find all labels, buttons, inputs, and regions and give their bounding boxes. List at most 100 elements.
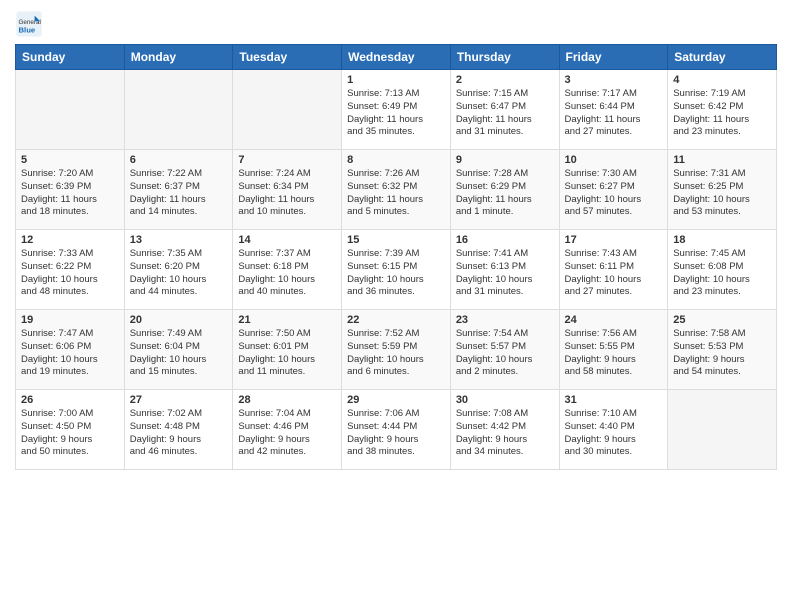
day-number: 22 (347, 314, 445, 326)
calendar-cell (124, 70, 233, 150)
calendar-cell: 28 Sunrise: 7:04 AM Sunset: 4:46 PM Dayli… (233, 390, 342, 470)
day-info: Sunrise: 7:43 AM Sunset: 6:11 PM Dayligh… (565, 248, 663, 299)
calendar-cell: 5Sunrise: 7:20 AM Sunset: 6:39 PM Daylig… (16, 150, 125, 230)
day-info: Sunrise: 7:04 AM Sunset: 4:46 PM Dayligh… (238, 408, 336, 459)
day-number: 29 (347, 394, 445, 406)
day-number: 31 (565, 394, 663, 406)
day-info: Sunrise: 7:37 AM Sunset: 6:18 PM Dayligh… (238, 248, 336, 299)
calendar-cell (668, 390, 777, 470)
day-number: 27 (130, 394, 228, 406)
day-number: 6 (130, 154, 228, 166)
calendar-cell (233, 70, 342, 150)
day-info: Sunrise: 7:24 AM Sunset: 6:34 PM Dayligh… (238, 168, 336, 219)
day-info: Sunrise: 7:19 AM Sunset: 6:42 PM Dayligh… (673, 88, 771, 139)
day-info: Sunrise: 7:56 AM Sunset: 5:55 PM Dayligh… (565, 328, 663, 379)
day-number: 19 (21, 314, 119, 326)
day-number: 25 (673, 314, 771, 326)
day-number: 28 (238, 394, 336, 406)
calendar-cell: 10Sunrise: 7:30 AM Sunset: 6:27 PM Dayli… (559, 150, 668, 230)
day-number: 17 (565, 234, 663, 246)
day-number: 8 (347, 154, 445, 166)
day-number: 14 (238, 234, 336, 246)
calendar-cell: 11Sunrise: 7:31 AM Sunset: 6:25 PM Dayli… (668, 150, 777, 230)
calendar-cell: 1 Sunrise: 7:13 AM Sunset: 6:49 PM Daylig… (342, 70, 451, 150)
weekday-header-wednesday: Wednesday (342, 45, 451, 70)
day-info: Sunrise: 7:41 AM Sunset: 6:13 PM Dayligh… (456, 248, 554, 299)
calendar-cell: 15 Sunrise: 7:39 AM Sunset: 6:15 PM Dayli… (342, 230, 451, 310)
weekday-header-monday: Monday (124, 45, 233, 70)
day-info: Sunrise: 7:28 AM Sunset: 6:29 PM Dayligh… (456, 168, 554, 219)
logo: General Blue (15, 10, 47, 38)
weekday-header-row: SundayMondayTuesdayWednesdayThursdayFrid… (16, 45, 777, 70)
week-row-2: 5Sunrise: 7:20 AM Sunset: 6:39 PM Daylig… (16, 150, 777, 230)
calendar-cell: 2Sunrise: 7:15 AM Sunset: 6:47 PM Daylig… (450, 70, 559, 150)
calendar-cell: 12Sunrise: 7:33 AM Sunset: 6:22 PM Dayli… (16, 230, 125, 310)
calendar-cell: 29 Sunrise: 7:06 AM Sunset: 4:44 PM Dayli… (342, 390, 451, 470)
calendar-cell (16, 70, 125, 150)
calendar-cell: 30 Sunrise: 7:08 AM Sunset: 4:42 PM Dayli… (450, 390, 559, 470)
day-info: Sunrise: 7:58 AM Sunset: 5:53 PM Dayligh… (673, 328, 771, 379)
week-row-4: 19 Sunrise: 7:47 AM Sunset: 6:06 PM Dayli… (16, 310, 777, 390)
day-number: 13 (130, 234, 228, 246)
day-info: Sunrise: 7:22 AM Sunset: 6:37 PM Dayligh… (130, 168, 228, 219)
day-info: Sunrise: 7:54 AM Sunset: 5:57 PM Dayligh… (456, 328, 554, 379)
day-number: 21 (238, 314, 336, 326)
calendar-cell: 21 Sunrise: 7:50 AM Sunset: 6:01 PM Dayli… (233, 310, 342, 390)
calendar-cell: 8Sunrise: 7:26 AM Sunset: 6:32 PM Daylig… (342, 150, 451, 230)
calendar-cell: 22 Sunrise: 7:52 AM Sunset: 5:59 PM Dayli… (342, 310, 451, 390)
day-number: 26 (21, 394, 119, 406)
day-number: 1 (347, 74, 445, 86)
calendar-cell: 3Sunrise: 7:17 AM Sunset: 6:44 PM Daylig… (559, 70, 668, 150)
day-info: Sunrise: 7:30 AM Sunset: 6:27 PM Dayligh… (565, 168, 663, 219)
calendar-cell: 23 Sunrise: 7:54 AM Sunset: 5:57 PM Dayli… (450, 310, 559, 390)
header: General Blue (15, 10, 777, 38)
calendar-cell: 16 Sunrise: 7:41 AM Sunset: 6:13 PM Dayli… (450, 230, 559, 310)
page: General Blue SundayMondayTuesdayWednesda… (0, 0, 792, 612)
week-row-1: 1 Sunrise: 7:13 AM Sunset: 6:49 PM Daylig… (16, 70, 777, 150)
day-info: Sunrise: 7:15 AM Sunset: 6:47 PM Dayligh… (456, 88, 554, 139)
calendar-cell: 20Sunrise: 7:49 AM Sunset: 6:04 PM Dayli… (124, 310, 233, 390)
day-number: 9 (456, 154, 554, 166)
day-number: 23 (456, 314, 554, 326)
day-number: 3 (565, 74, 663, 86)
calendar-cell: 19 Sunrise: 7:47 AM Sunset: 6:06 PM Dayli… (16, 310, 125, 390)
calendar-cell: 31 Sunrise: 7:10 AM Sunset: 4:40 PM Dayli… (559, 390, 668, 470)
day-info: Sunrise: 7:49 AM Sunset: 6:04 PM Dayligh… (130, 328, 228, 379)
calendar-cell: 14 Sunrise: 7:37 AM Sunset: 6:18 PM Dayli… (233, 230, 342, 310)
day-info: Sunrise: 7:10 AM Sunset: 4:40 PM Dayligh… (565, 408, 663, 459)
calendar-cell: 17 Sunrise: 7:43 AM Sunset: 6:11 PM Dayli… (559, 230, 668, 310)
weekday-header-friday: Friday (559, 45, 668, 70)
day-number: 16 (456, 234, 554, 246)
day-info: Sunrise: 7:35 AM Sunset: 6:20 PM Dayligh… (130, 248, 228, 299)
calendar-cell: 25 Sunrise: 7:58 AM Sunset: 5:53 PM Dayli… (668, 310, 777, 390)
day-number: 5 (21, 154, 119, 166)
day-number: 24 (565, 314, 663, 326)
day-info: Sunrise: 7:45 AM Sunset: 6:08 PM Dayligh… (673, 248, 771, 299)
day-number: 4 (673, 74, 771, 86)
day-info: Sunrise: 7:13 AM Sunset: 6:49 PM Dayligh… (347, 88, 445, 139)
svg-text:Blue: Blue (19, 25, 36, 34)
calendar-cell: 27 Sunrise: 7:02 AM Sunset: 4:48 PM Dayli… (124, 390, 233, 470)
calendar-cell: 9 Sunrise: 7:28 AM Sunset: 6:29 PM Daylig… (450, 150, 559, 230)
day-number: 11 (673, 154, 771, 166)
weekday-header-sunday: Sunday (16, 45, 125, 70)
calendar-cell: 4 Sunrise: 7:19 AM Sunset: 6:42 PM Daylig… (668, 70, 777, 150)
day-info: Sunrise: 7:08 AM Sunset: 4:42 PM Dayligh… (456, 408, 554, 459)
calendar-cell: 18Sunrise: 7:45 AM Sunset: 6:08 PM Dayli… (668, 230, 777, 310)
day-info: Sunrise: 7:06 AM Sunset: 4:44 PM Dayligh… (347, 408, 445, 459)
logo-icon: General Blue (15, 10, 43, 38)
weekday-header-thursday: Thursday (450, 45, 559, 70)
day-info: Sunrise: 7:02 AM Sunset: 4:48 PM Dayligh… (130, 408, 228, 459)
day-info: Sunrise: 7:47 AM Sunset: 6:06 PM Dayligh… (21, 328, 119, 379)
week-row-5: 26Sunrise: 7:00 AM Sunset: 4:50 PM Dayli… (16, 390, 777, 470)
day-number: 30 (456, 394, 554, 406)
calendar: SundayMondayTuesdayWednesdayThursdayFrid… (15, 44, 777, 470)
day-info: Sunrise: 7:39 AM Sunset: 6:15 PM Dayligh… (347, 248, 445, 299)
calendar-cell: 26Sunrise: 7:00 AM Sunset: 4:50 PM Dayli… (16, 390, 125, 470)
calendar-cell: 13 Sunrise: 7:35 AM Sunset: 6:20 PM Dayli… (124, 230, 233, 310)
calendar-cell: 6 Sunrise: 7:22 AM Sunset: 6:37 PM Daylig… (124, 150, 233, 230)
weekday-header-tuesday: Tuesday (233, 45, 342, 70)
day-info: Sunrise: 7:52 AM Sunset: 5:59 PM Dayligh… (347, 328, 445, 379)
day-number: 15 (347, 234, 445, 246)
day-info: Sunrise: 7:50 AM Sunset: 6:01 PM Dayligh… (238, 328, 336, 379)
